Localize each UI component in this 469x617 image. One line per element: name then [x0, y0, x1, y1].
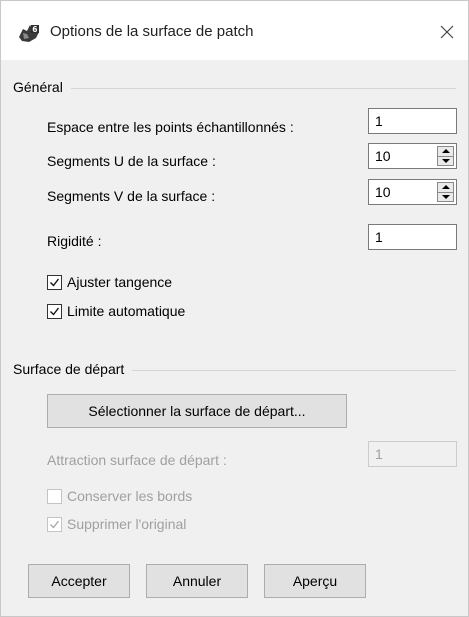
close-icon [440, 25, 454, 39]
pull-input[interactable]: 1 [368, 441, 457, 467]
pull-label: Attraction surface de départ : [47, 452, 227, 468]
select-starting-surface-button[interactable]: Sélectionner la surface de départ... [47, 394, 347, 428]
rhino-icon: 6 [19, 25, 39, 42]
arrow-down-icon [441, 194, 450, 199]
cancel-button[interactable]: Annuler [146, 564, 248, 598]
spacing-input[interactable]: 1 [368, 108, 457, 134]
starting-surface-group-label: Surface de départ [13, 361, 133, 377]
patch-surface-options-dialog: 6 Options de la surface de patch Général… [0, 0, 469, 617]
adjust-tangency-label: Ajuster tangence [67, 274, 173, 290]
auto-trim-checkbox[interactable]: Limite automatique [47, 303, 185, 319]
title-bar: 6 Options de la surface de patch [1, 1, 468, 60]
general-group-label: Général [13, 79, 71, 95]
stiffness-input[interactable]: 1 [368, 224, 457, 250]
u-segments-label: Segments U de la surface : [47, 153, 216, 169]
u-segments-value: 10 [375, 148, 391, 164]
checkbox-box [47, 303, 62, 319]
u-segments-decrement-button[interactable] [437, 156, 454, 166]
v-segments-spin [437, 182, 454, 202]
arrow-up-icon [441, 185, 450, 190]
u-segments-increment-button[interactable] [437, 146, 454, 157]
general-group-divider [13, 88, 456, 89]
preview-button[interactable]: Aperçu [264, 564, 366, 598]
auto-trim-label: Limite automatique [67, 303, 186, 319]
preserve-edges-label: Conserver les bords [67, 488, 193, 504]
ok-button[interactable]: Accepter [28, 564, 130, 598]
stiffness-label: Rigidité : [47, 233, 102, 249]
v-segments-decrement-button[interactable] [437, 192, 454, 202]
adjust-tangency-checkbox[interactable]: Ajuster tangence [47, 274, 172, 290]
delete-input-label: Supprimer l'original [67, 516, 187, 532]
u-segments-spin [437, 146, 454, 166]
window-title: Options de la surface de patch [50, 23, 254, 40]
v-segments-stepper[interactable]: 10 [368, 179, 457, 205]
arrow-up-icon [441, 149, 450, 154]
arrow-down-icon [441, 158, 450, 163]
delete-input-checkbox[interactable]: Supprimer l'original [47, 516, 186, 532]
close-button[interactable] [430, 15, 464, 49]
checkmark-icon [50, 307, 60, 316]
checkbox-box [47, 488, 62, 504]
checkbox-box [47, 516, 62, 532]
svg-text:6: 6 [32, 25, 37, 34]
checkmark-icon [50, 520, 60, 529]
checkmark-icon [50, 278, 60, 287]
v-segments-value: 10 [375, 184, 391, 200]
spacing-label: Espace entre les points échantillonnés : [47, 119, 294, 135]
preserve-edges-checkbox[interactable]: Conserver les bords [47, 488, 192, 504]
checkbox-box [47, 274, 62, 290]
u-segments-stepper[interactable]: 10 [368, 143, 457, 169]
v-segments-label: Segments V de la surface : [47, 188, 216, 204]
v-segments-increment-button[interactable] [437, 182, 454, 193]
